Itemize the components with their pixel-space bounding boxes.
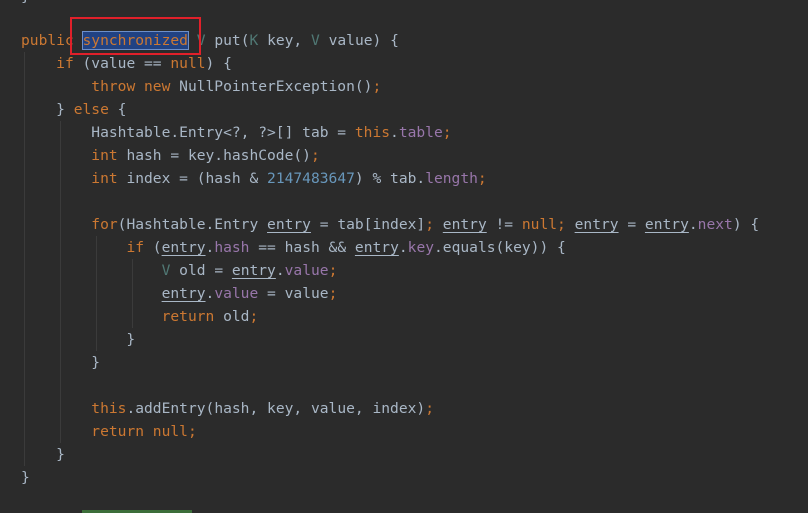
code-line-12: entry.value = value; <box>161 285 338 302</box>
code-line-15: } <box>21 354 101 371</box>
code-line-10: if (entry.hash == hash && entry.key.equa… <box>126 239 566 256</box>
code-line-7: int index = (hash & 2147483647) % tab.le… <box>91 170 487 187</box>
code-editor[interactable]: } public synchronized V put(K key, V val… <box>0 0 808 513</box>
code-line-11: V old = entry.value; <box>161 262 338 279</box>
code-line-9: for(Hashtable.Entry entry = tab[index]; … <box>91 216 760 233</box>
closing-brace-fragment: } <box>21 0 30 8</box>
code-line-19: } <box>21 446 65 463</box>
red-annotation-box <box>70 17 201 55</box>
code-line-13: return old; <box>161 308 259 325</box>
code-line-4: } else { <box>21 101 127 118</box>
code-line-2: if (value == null) { <box>56 55 232 72</box>
code-line-5: Hashtable.Entry<?, ?>[] tab = this.table… <box>21 124 452 141</box>
code-line-17: this.addEntry(hash, key, value, index); <box>91 400 434 417</box>
code-line-6: int hash = key.hashCode(); <box>91 147 320 164</box>
code-line-14: } <box>21 331 136 348</box>
code-line-20: } <box>21 469 30 486</box>
code-line-3: throw new NullPointerException(); <box>91 78 382 95</box>
code-line-18: return null; <box>91 423 197 440</box>
